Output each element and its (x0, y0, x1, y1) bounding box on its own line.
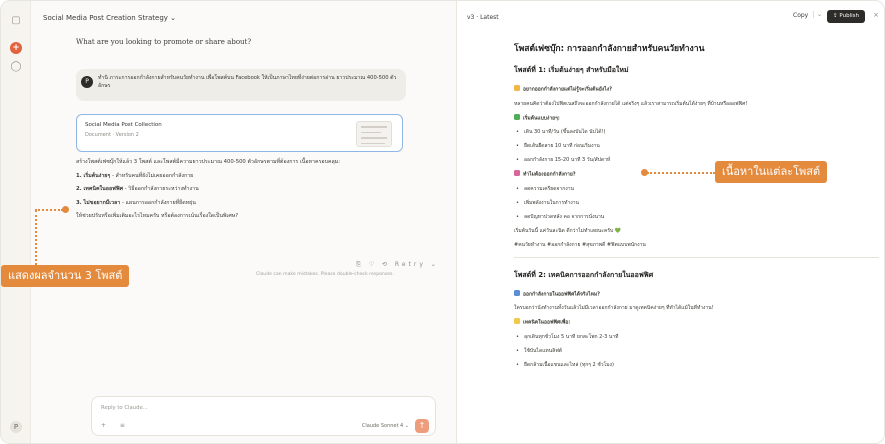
assistant-response: สร้างโพสต์เฟซบุ๊กให้แล้ว 3 โพสต์ และโพสต… (76, 158, 416, 226)
response-point: 1. เริ่มต้นง่ายๆ - สำหรับคนที่ยังไม่เคยอ… (76, 172, 194, 179)
artifact-card[interactable]: Social Media Post Collection Document · … (76, 114, 403, 152)
new-chat-icon[interactable]: + (10, 42, 22, 54)
response-point: 2. เทคนิคในออฟฟิศ - วิธีออกกำลังกายระหว่… (76, 186, 199, 192)
reply-input[interactable]: Reply to Claude... (101, 405, 148, 411)
app-window: ▢ + ◯ P Social Media Post Creation Strat… (0, 0, 885, 444)
copy-button[interactable]: Copy (793, 12, 808, 19)
post-closing: เริ่มต้นวันนี้ แค่วันละนิด ดีกว่าไม่ทำเล… (514, 227, 622, 234)
post-hashtags: #คนวัยทำงาน #ออกกำลังกาย #สุขภาพดี #ฟิตแ… (514, 241, 646, 248)
response-intro: สร้างโพสต์เฟซบุ๊กให้แล้ว 3 โพสต์ และโพสต… (76, 159, 341, 165)
user-avatar: P (81, 76, 93, 88)
document-title: โพสต์เฟซบุ๊ก: การออกกำลังกายสำหรับคนวัยท… (514, 44, 705, 54)
send-button[interactable]: ↑ (415, 419, 429, 433)
sidebar-toggle-icon[interactable]: ▢ (10, 15, 22, 27)
list-item: ยืดเส้นยืดสาย 10 นาที ก่อนเริ่มงาน (514, 142, 879, 150)
document-thumbnail-icon (356, 121, 392, 147)
callout-connector (35, 209, 63, 211)
disclaimer: Claude can make mistakes. Please double-… (256, 272, 394, 277)
post-intro: หลายคนคิดว่าต้องไปฟิตเนสถึงจะออกกำลังกาย… (514, 100, 748, 107)
artifact-card-title: Social Media Post Collection (85, 122, 162, 128)
user-message-text: ทำนิ ภาระการออกกำลังกายสำหรับคนวัยทำงาน … (98, 75, 397, 89)
post-heading: โพสต์ที่ 1: เริ่มต้นง่ายๆ สำหรับมือใหม่ (514, 66, 629, 74)
callout-pointer (62, 206, 69, 213)
lightbulb-icon (514, 318, 520, 324)
chats-icon[interactable]: ◯ (10, 61, 22, 73)
muscle-icon (514, 170, 520, 176)
callout-right: เนื้อหาในแต่ละโพสต์ (715, 161, 828, 183)
divider (514, 256, 879, 258)
artifact-card-subtitle: Document · Version 2 (85, 132, 139, 138)
chevron-down-icon[interactable]: ⌄ (813, 11, 822, 18)
message-actions[interactable]: ⎘ ♡ ⟲ Retry ⌄ (356, 261, 439, 269)
post-intro: ใครบอกว่านั่งทำงานทั้งวันแล้วไม่มีเวลาออ… (514, 305, 714, 311)
assistant-question: What are you looking to promote or share… (76, 38, 252, 46)
list-item: ใช้บันไดแทนลิฟต์ (514, 347, 879, 355)
callout-connector (647, 172, 715, 174)
reply-tools[interactable]: + ≡ (101, 422, 131, 429)
avatar[interactable]: P (10, 421, 22, 433)
model-selector[interactable]: Claude Sonnet 4 ⌄ (362, 423, 409, 429)
callout-left: แสดงผลจำนวน 3 โพสต์ (1, 265, 130, 287)
list-item: ลดความเครียดจากงาน (514, 185, 879, 193)
check-icon (514, 113, 520, 120)
list-title: เริ่มต้นแบบง่ายๆ: (514, 113, 879, 123)
user-message: P ทำนิ ภาระการออกกำลังกายสำหรับคนวัยทำงา… (76, 69, 406, 101)
list-item: ลดปัญหาปวดหลัง คอ จากการนั่งนาน (514, 213, 879, 221)
post-heading: โพสต์ที่ 2: เทคนิคการออกกำลังกายในออฟฟิศ (514, 270, 654, 279)
list-item: เพิ่มพลังงานในการทำงาน (514, 199, 879, 207)
office-icon (514, 289, 520, 296)
artifact-pane: v3 · Latest Copy ⌄ ⇪ Publish × โพสต์เฟซบ… (456, 1, 884, 443)
artifact-content: โพสต์เฟซบุ๊ก: การออกกำลังกายสำหรับคนวัยท… (514, 41, 879, 375)
close-icon[interactable]: × (873, 11, 879, 19)
callout-connector (35, 210, 37, 265)
chat-pane: Social Media Post Creation Strategy ⌄ Wh… (31, 1, 456, 443)
post-hook: อยากออกกำลังกายแต่ไม่รู้จะเริ่มต้นยังไง? (514, 85, 879, 94)
version-selector[interactable]: v3 · Latest (467, 14, 499, 21)
list-item: ลุกเดินทุกชั่วโมง 5 นาที ยกสะโพก 2-3 นาท… (514, 333, 879, 341)
publish-button[interactable]: ⇪ Publish (827, 10, 865, 23)
list-item: ยืดกล้ามเนื้อแขนและไหล่ (ทุกๆ 2 ชั่วโมง) (514, 361, 879, 369)
list-item: เดิน 30 นาที/วัน (ขึ้นลงบันได นับได้!) (514, 128, 879, 136)
response-outro: ให้ช่วยปรับหรือเพิ่มเติมอะไรไหมครับ หรือ… (76, 213, 239, 219)
post-hook: ออกกำลังกายในออฟฟิศได้จริงไหม? (514, 289, 879, 299)
chat-title[interactable]: Social Media Post Creation Strategy ⌄ (43, 14, 176, 22)
hand-icon (514, 85, 520, 91)
side-rail: ▢ + ◯ P (1, 1, 31, 443)
response-point: 3. ไม่ขอยากมีเวลา - แผนการออกกำลังกายที่… (76, 199, 196, 206)
reply-box[interactable]: Reply to Claude... + ≡ Claude Sonnet 4 ⌄… (91, 396, 436, 436)
list-title: เทคนิคในออฟฟิศเพื่อ: (514, 318, 879, 327)
